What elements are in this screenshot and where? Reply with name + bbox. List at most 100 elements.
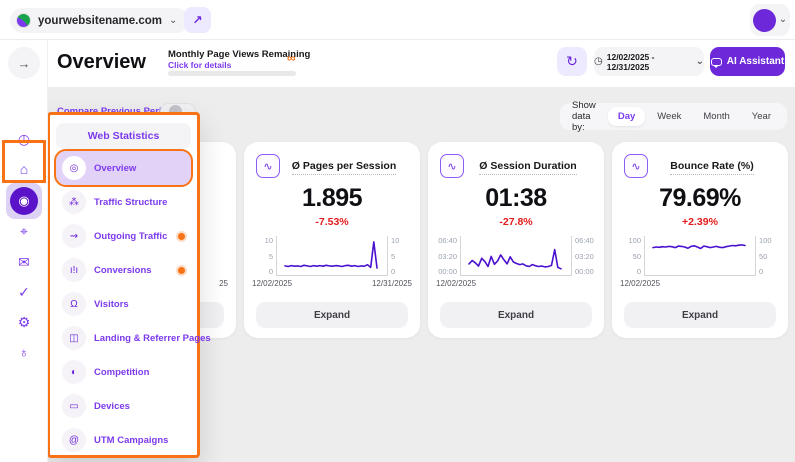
page-title: Overview bbox=[57, 51, 146, 74]
line-chart-icon: ∿ bbox=[440, 154, 464, 178]
show-data-by-control: Show data by: Day Week Month Year bbox=[560, 103, 787, 130]
menu-item-outgoing-traffic[interactable]: ⇝ Outgoing Traffic bbox=[56, 219, 191, 253]
sparkline-chart: 100 50 0 100 50 0 bbox=[620, 236, 780, 276]
ytick: 100 bbox=[759, 236, 772, 245]
chat-bubble-icon bbox=[711, 58, 722, 66]
menu-item-label: Conversions bbox=[94, 265, 152, 276]
dashboard-pie-icon[interactable]: ◴ bbox=[8, 123, 40, 155]
ytick: 06:40 bbox=[438, 236, 457, 245]
stat-card-pages-per-session: ∿ Ø Pages per Session 1.895 -7.53% 10 5 … bbox=[244, 142, 420, 338]
menu-title: Web Statistics bbox=[56, 123, 191, 149]
pages-icon: ◫ bbox=[62, 326, 86, 350]
stat-card-session-duration: ∿ Ø Session Duration 01:38 -27.8% 06:40 … bbox=[428, 142, 604, 338]
site-selector[interactable]: yourwebsitename.com ⌄ bbox=[10, 8, 189, 33]
date-range-picker[interactable]: ◷ 12/02/2025 - 12/31/2025 ⌄ bbox=[594, 47, 704, 76]
ytick: 03:20 bbox=[438, 252, 457, 261]
expand-button[interactable]: Expand bbox=[440, 302, 592, 328]
card-title: Ø Pages per Session bbox=[280, 160, 408, 172]
settings-gear-icon[interactable]: ⚙ bbox=[8, 306, 40, 338]
xaxis-label-fragment: 25 bbox=[219, 279, 228, 288]
infinity-icon: ∞ bbox=[287, 51, 296, 65]
ytick: 50 bbox=[633, 252, 641, 261]
menu-item-visitors[interactable]: Ω Visitors bbox=[56, 287, 191, 321]
period-day[interactable]: Day bbox=[608, 107, 645, 126]
topbar: yourwebsitename.com ⌄ ↗ ⌄ bbox=[0, 0, 795, 40]
account-menu[interactable]: ⌄ bbox=[750, 4, 790, 36]
menu-item-label: Competition bbox=[94, 367, 149, 378]
messages-icon[interactable]: ✉ bbox=[8, 246, 40, 278]
period-month[interactable]: Month bbox=[693, 107, 739, 126]
open-site-button[interactable]: ↗ bbox=[184, 7, 211, 33]
menu-item-label: UTM Campaigns bbox=[94, 435, 168, 446]
period-year[interactable]: Year bbox=[742, 107, 781, 126]
sparkline bbox=[277, 236, 387, 274]
stat-card-bounce-rate: ∿ Bounce Rate (%) 79.69% +2.39% 100 50 0… bbox=[612, 142, 788, 338]
notification-dot bbox=[178, 267, 185, 274]
ytick: 0 bbox=[269, 267, 273, 276]
period-week[interactable]: Week bbox=[647, 107, 691, 126]
menu-item-label: Devices bbox=[94, 401, 130, 412]
metric-change: +2.39% bbox=[612, 216, 788, 228]
shield-check-icon[interactable]: ✓ bbox=[8, 276, 40, 308]
menu-item-competition[interactable]: ◐ Competition bbox=[56, 355, 191, 389]
metric-change: -27.8% bbox=[428, 216, 604, 228]
card-title: Ø Session Duration bbox=[464, 160, 592, 172]
ai-assistant-label: AI Assistant bbox=[727, 56, 784, 67]
sidebar-item-web-statistics[interactable]: ◉ bbox=[6, 183, 42, 219]
chevron-down-icon: ⌄ bbox=[779, 15, 787, 25]
web-statistics-menu: Web Statistics ◎ Overview ⁂ Traffic Stru… bbox=[47, 112, 200, 458]
conversions-icon: ı!ı bbox=[62, 258, 86, 282]
xaxis-end-label: 12/31/2025 bbox=[372, 279, 412, 288]
devices-icon: ▭ bbox=[62, 394, 86, 418]
sparkline bbox=[461, 236, 571, 274]
line-chart-icon: ∿ bbox=[624, 154, 648, 178]
location-pin-icon[interactable]: ♁ bbox=[8, 336, 40, 368]
site-name: yourwebsitename.com bbox=[38, 15, 162, 27]
metric-change: -7.53% bbox=[244, 216, 420, 228]
competition-icon: ◐ bbox=[62, 360, 86, 384]
clock-icon: ◷ bbox=[594, 56, 603, 67]
store-bag-icon[interactable]: ⌂ bbox=[8, 153, 40, 185]
menu-item-overview[interactable]: ◎ Overview bbox=[56, 151, 191, 185]
show-data-by-label: Show data by: bbox=[572, 100, 600, 133]
overview-icon: ◎ bbox=[62, 156, 86, 180]
site-logo-icon bbox=[16, 13, 31, 28]
expand-button[interactable]: Expand bbox=[624, 302, 776, 328]
menu-item-label: Overview bbox=[94, 163, 136, 174]
metric-value: 79.69% bbox=[612, 184, 788, 213]
menu-item-conversions[interactable]: ı!ı Conversions bbox=[56, 253, 191, 287]
external-link-icon: ↗ bbox=[192, 13, 202, 27]
xaxis-start-label: 12/02/2025 bbox=[620, 279, 660, 288]
metric-value: 1.895 bbox=[244, 184, 420, 213]
outgoing-traffic-icon: ⇝ bbox=[62, 224, 86, 248]
menu-item-landing-referrer-pages[interactable]: ◫ Landing & Referrer Pages bbox=[56, 321, 191, 355]
sparkline bbox=[645, 236, 755, 274]
ytick: 10 bbox=[265, 236, 273, 245]
menu-item-label: Landing & Referrer Pages bbox=[94, 333, 211, 344]
pageviews-details-link[interactable]: Click for details bbox=[168, 60, 231, 70]
ytick: 00:00 bbox=[438, 267, 457, 276]
menu-item-traffic-structure[interactable]: ⁂ Traffic Structure bbox=[56, 185, 191, 219]
menu-item-utm-campaigns[interactable]: @ UTM Campaigns bbox=[56, 423, 191, 457]
refresh-button[interactable]: ↻ bbox=[557, 47, 587, 76]
ytick: 0 bbox=[759, 267, 763, 276]
ytick: 5 bbox=[269, 252, 273, 261]
chevron-down-icon: ⌄ bbox=[696, 57, 704, 67]
menu-item-devices[interactable]: ▭ Devices bbox=[56, 389, 191, 423]
xaxis-start-label: 12/02/2025 bbox=[252, 279, 292, 288]
menu-item-label: Visitors bbox=[94, 299, 129, 310]
chevron-down-icon: ⌄ bbox=[169, 16, 177, 26]
traffic-structure-icon: ⁂ bbox=[62, 190, 86, 214]
ytick: 10 bbox=[391, 236, 399, 245]
ytick: 0 bbox=[637, 267, 641, 276]
expand-button[interactable]: Expand bbox=[256, 302, 408, 328]
avatar bbox=[753, 9, 776, 32]
collapse-arrow-icon[interactable]: → bbox=[8, 47, 40, 79]
date-range-value: 12/02/2025 - 12/31/2025 bbox=[607, 52, 692, 72]
sparkline-chart: 10 5 0 10 5 0 bbox=[252, 236, 412, 276]
ytick: 03:20 bbox=[575, 252, 594, 261]
card-title: Bounce Rate (%) bbox=[648, 160, 776, 172]
ai-assistant-button[interactable]: AI Assistant bbox=[710, 47, 785, 76]
audience-target-icon[interactable]: ⌖ bbox=[8, 215, 40, 247]
ytick: 50 bbox=[759, 252, 767, 261]
